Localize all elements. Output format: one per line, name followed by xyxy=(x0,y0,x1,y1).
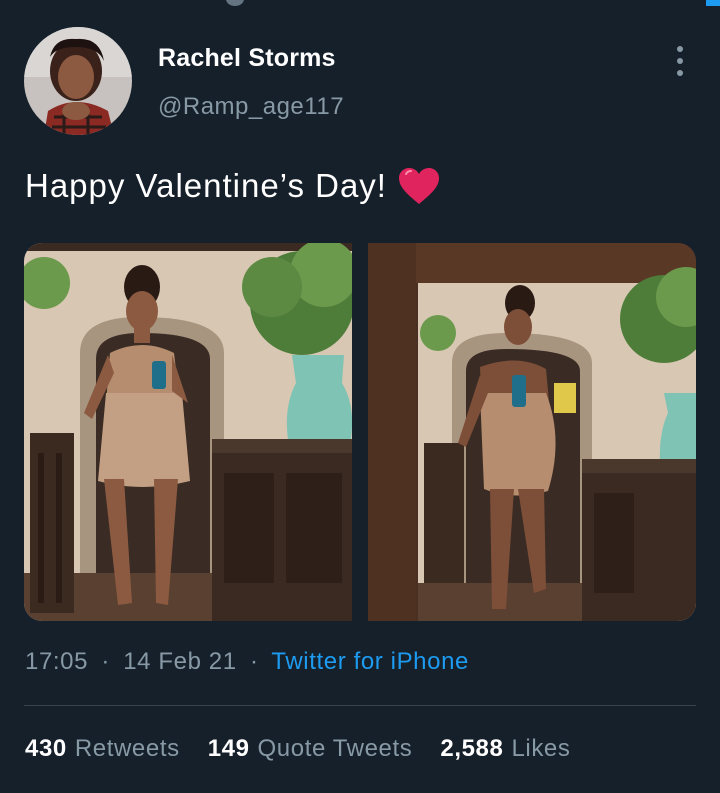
separator-dot: · xyxy=(249,648,259,675)
tweet-detail-page: Rachel Storms @Ramp_age117 Happy Valenti… xyxy=(0,0,720,793)
status-accent-mark xyxy=(706,0,720,6)
more-dot-icon xyxy=(677,46,683,52)
retweets-stat[interactable]: 430 Retweets xyxy=(25,735,180,763)
more-dot-icon xyxy=(677,70,683,76)
status-dot-icon xyxy=(226,0,244,6)
tweet-date[interactable]: 14 Feb 21 xyxy=(123,648,236,675)
author-name[interactable]: Rachel Storms xyxy=(158,44,336,73)
status-bar-remnant xyxy=(0,0,720,8)
heart-icon xyxy=(397,166,441,206)
photo-2[interactable] xyxy=(368,243,696,621)
quote-tweets-count: 149 xyxy=(207,735,250,762)
media-grid xyxy=(24,243,696,621)
photo-1-image xyxy=(24,243,352,621)
avatar[interactable] xyxy=(24,27,132,135)
tweet-source-link[interactable]: Twitter for iPhone xyxy=(271,648,469,675)
photo-1[interactable] xyxy=(24,243,352,621)
quote-tweets-stat[interactable]: 149 Quote Tweets xyxy=(208,735,413,763)
more-options-button[interactable] xyxy=(666,46,694,76)
separator-dot: · xyxy=(101,648,110,675)
likes-count: 2,588 xyxy=(440,735,504,762)
avatar-image xyxy=(24,27,132,135)
retweets-label: Retweets xyxy=(74,735,180,762)
tweet-text-row: Happy Valentine’s Day! xyxy=(25,166,441,206)
tweet-text: Happy Valentine’s Day! xyxy=(25,167,387,204)
more-dot-icon xyxy=(677,58,683,64)
tweet-timestamp: 17:05 · 14 Feb 21 · Twitter for iPhone xyxy=(25,648,469,676)
retweets-count: 430 xyxy=(25,735,67,762)
quote-tweets-label: Quote Tweets xyxy=(257,735,413,762)
likes-label: Likes xyxy=(511,735,571,762)
divider xyxy=(24,705,696,706)
author-handle[interactable]: @Ramp_age117 xyxy=(158,93,344,121)
photo-2-image xyxy=(368,243,696,621)
engagement-stats: 430 Retweets 149 Quote Tweets 2,588 Likes xyxy=(25,735,570,763)
likes-stat[interactable]: 2,588 Likes xyxy=(440,735,570,763)
tweet-time[interactable]: 17:05 xyxy=(25,648,88,675)
